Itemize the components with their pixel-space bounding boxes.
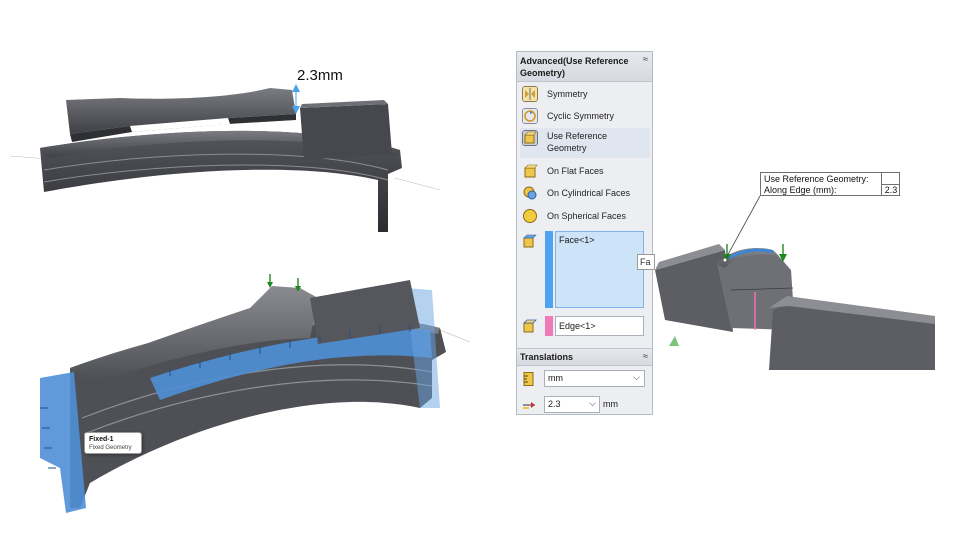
translations-section-title: Translations <box>520 352 574 362</box>
option-symmetry[interactable]: Symmetry <box>520 84 650 104</box>
option-label: On Cylindrical Faces <box>547 188 631 198</box>
edge-selection-icon <box>523 319 537 333</box>
option-label: On Spherical Faces <box>547 211 627 221</box>
cyclic-symmetry-icon <box>522 108 538 124</box>
option-label: On Flat Faces <box>547 166 604 176</box>
reference-geometry-callout: Use Reference Geometry: Along Edge (mm):… <box>760 172 900 196</box>
bottom-part-model[interactable] <box>0 268 470 518</box>
fixture-tooltip-title: Fixed-1 <box>89 436 114 443</box>
symmetry-icon <box>522 86 538 102</box>
along-edge-value: 2.3 <box>548 399 561 409</box>
along-edge-icon <box>523 402 535 409</box>
callout-line-2: Along Edge (mm): <box>764 185 837 195</box>
face-selection-icon <box>523 234 537 248</box>
option-label: Symmetry <box>547 89 588 99</box>
fixture-property-panel: Advanced(Use Reference Geometry) ≈ Symme… <box>516 51 653 415</box>
reference-geometry-icon <box>522 130 538 146</box>
spherical-faces-icon <box>523 209 537 223</box>
option-on-flat-faces[interactable]: On Flat Faces <box>520 161 650 181</box>
face-tooltip-fragment: Fa <box>637 254 655 270</box>
option-cyclic-symmetry[interactable]: Cyclic Symmetry <box>520 106 650 126</box>
chevron-down-icon[interactable]: ⌵ <box>589 398 596 409</box>
units-dropdown[interactable]: mm ⌵ <box>544 370 645 387</box>
callout-value[interactable]: 2.3 <box>881 184 900 196</box>
option-on-cylindrical-faces[interactable]: On Cylindrical Faces <box>520 183 650 203</box>
advanced-section-header[interactable]: Advanced(Use Reference Geometry) ≈ <box>517 52 652 82</box>
collapse-icon[interactable]: ≈ <box>643 351 648 361</box>
top-part-model <box>9 84 441 232</box>
dimension-label: 2.3mm <box>297 67 343 84</box>
fixture-tooltip-subtitle: Fixed Geometry <box>89 445 132 451</box>
option-label: Cyclic Symmetry <box>547 111 614 121</box>
option-label: Use Reference Geometry <box>547 131 608 153</box>
edge-selection-field[interactable]: Edge<1> <box>555 316 644 336</box>
flat-faces-icon <box>524 164 538 178</box>
option-use-reference-geometry[interactable]: Use Reference Geometry <box>520 128 650 158</box>
along-edge-distance-input[interactable]: 2.3 ⌵ <box>544 396 600 413</box>
edge-color-strip <box>545 316 553 336</box>
ruler-icon <box>523 372 534 386</box>
callout-line-1: Use Reference Geometry: <box>764 174 869 184</box>
collapse-icon[interactable]: ≈ <box>643 54 648 64</box>
option-on-spherical-faces[interactable]: On Spherical Faces <box>520 206 650 226</box>
chevron-down-icon: ⌵ <box>633 372 640 382</box>
fixture-tooltip: Fixed-1 Fixed Geometry <box>84 432 142 454</box>
advanced-section-title: Advanced(Use Reference Geometry) <box>520 56 629 78</box>
callout-empty-cell <box>881 173 900 184</box>
units-value: mm <box>548 373 563 383</box>
face-selection-list[interactable]: Face<1> <box>555 231 644 308</box>
along-edge-unit: mm <box>603 399 618 409</box>
face-color-strip <box>545 231 553 308</box>
translations-section-header[interactable]: Translations ≈ <box>517 348 652 366</box>
cylindrical-faces-icon <box>523 186 537 200</box>
